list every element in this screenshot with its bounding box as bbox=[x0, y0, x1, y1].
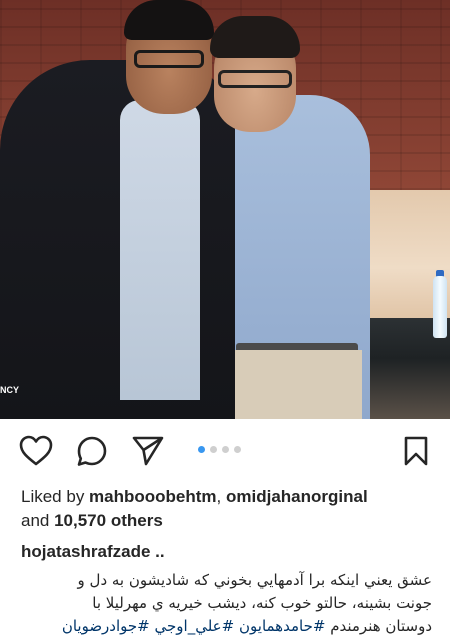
photo-edge-text: NCY bbox=[0, 385, 20, 395]
likes-separator: , bbox=[216, 487, 226, 506]
comment-button[interactable] bbox=[74, 433, 110, 469]
heart-icon bbox=[19, 435, 53, 466]
liker-username-2[interactable]: omidjahanorginal bbox=[226, 487, 368, 506]
likes-count[interactable]: 10,570 others bbox=[54, 511, 163, 530]
caption-text: عشق يعني اينكه برا آدمهايي بخوني كه شادي… bbox=[17, 569, 432, 638]
share-button[interactable] bbox=[130, 433, 166, 469]
save-button[interactable] bbox=[398, 433, 434, 469]
liker-username-1[interactable]: mahbooobehtm bbox=[89, 487, 217, 506]
likes-prefix: Liked by bbox=[21, 487, 90, 506]
carousel-dot[interactable] bbox=[222, 446, 229, 453]
likes-and: and bbox=[21, 511, 55, 530]
photo-glasses-left bbox=[134, 50, 204, 68]
hashtag-link[interactable]: #علي_اوجي bbox=[155, 617, 235, 635]
hashtag-link[interactable]: #جوادرضويان bbox=[62, 617, 150, 635]
send-icon bbox=[132, 436, 164, 466]
caption-header: hojatashrafzade .. bbox=[21, 542, 165, 562]
carousel-dot[interactable] bbox=[210, 446, 217, 453]
caption-line-2: جونت بشينه، حالتو خوب كنه، ديشب خيريه ي … bbox=[92, 594, 432, 612]
photo-hair-right bbox=[210, 16, 300, 58]
photo-person-left bbox=[0, 60, 235, 419]
caption-username[interactable]: hojatashrafzade bbox=[21, 542, 150, 561]
likes-summary: Liked by mahbooobehtm, omidjahanorginal … bbox=[21, 485, 436, 533]
photo-glasses-right bbox=[218, 70, 292, 88]
carousel-indicator bbox=[198, 446, 241, 453]
carousel-dot[interactable] bbox=[234, 446, 241, 453]
caption-line-3-text: دوستان هنرمندم bbox=[325, 617, 432, 635]
comment-icon bbox=[77, 436, 107, 466]
caption-more-ellipsis[interactable]: .. bbox=[150, 542, 164, 561]
hashtag-link[interactable]: #حامدهمايون bbox=[239, 617, 325, 635]
photo-hair-left bbox=[124, 0, 214, 40]
carousel-dot[interactable] bbox=[198, 446, 205, 453]
caption-line-3: دوستان هنرمندم #حامدهمايون #علي_اوجي #جو… bbox=[17, 615, 432, 638]
instagram-post: NCY Liked by mahbooobehtm, omidjahanorgi… bbox=[0, 0, 450, 642]
post-actions-bar bbox=[0, 419, 450, 479]
post-photo[interactable]: NCY bbox=[0, 0, 450, 419]
photo-water-bottle bbox=[433, 276, 447, 338]
photo-pants bbox=[222, 350, 362, 419]
like-button[interactable] bbox=[18, 433, 54, 469]
caption-line-1: عشق يعني اينكه برا آدمهايي بخوني كه شادي… bbox=[77, 571, 432, 589]
bookmark-icon bbox=[404, 436, 428, 466]
photo-shirt-left bbox=[120, 100, 200, 400]
